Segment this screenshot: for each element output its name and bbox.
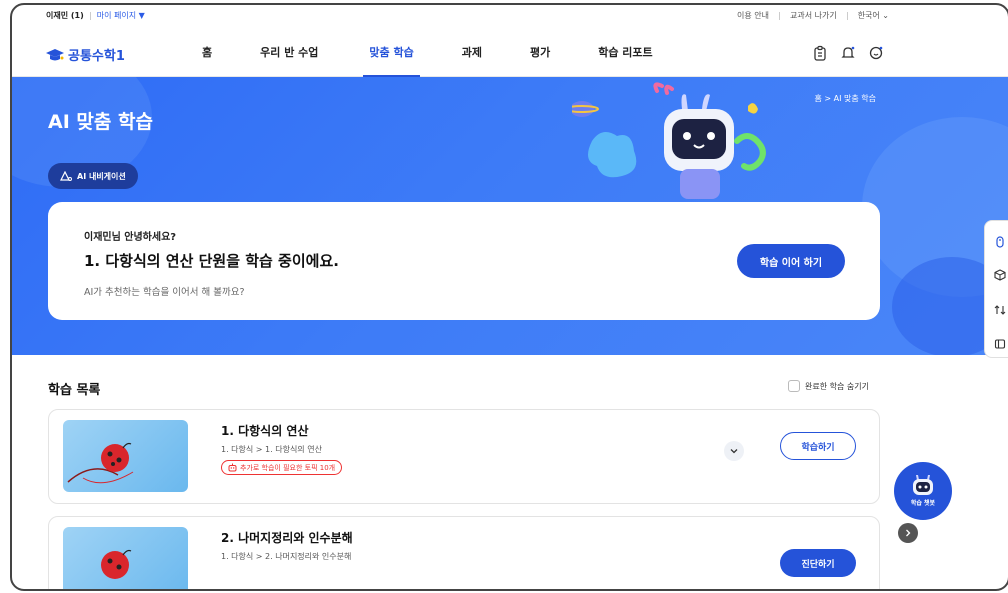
study-button[interactable]: 학습하기 [780,432,856,460]
exit-textbook-link[interactable]: 교과서 나가기 [790,10,837,21]
graduation-cap-icon [46,48,64,60]
nav-icons [812,45,884,61]
divider [778,11,780,20]
hide-completed-label: 완료한 학습 숨기기 [805,381,869,391]
menu-class[interactable]: 우리 반 수업 [260,33,318,77]
unit-thumbnail [63,527,188,589]
guide-link[interactable]: 이용 안내 [737,10,769,21]
menu-evaluation[interactable]: 평가 [530,33,550,77]
ai-navigation-label: AI 내비게이션 [77,171,126,181]
learning-list-title: 학습 목록 [48,383,101,398]
mouse-icon[interactable] [994,233,1006,248]
hero-banner: AI 맞춤 학습 홈 > AI 맞춤 학습 AI 내비게이션 이재민님 안녕하세… [12,77,1008,355]
checkbox[interactable] [788,380,800,392]
sort-icon[interactable] [994,301,1006,315]
chat-icon[interactable] [868,45,884,61]
expand-button[interactable] [724,441,744,461]
unit-title: 2. 나머지정리와 인수분해 [221,531,353,545]
scroll-next-button[interactable] [898,523,918,543]
main-nav: 공통수학1 홈 우리 반 수업 맞춤 학습 과제 평가 학습 리포트 [12,33,1008,77]
unit-title: 1. 다항식의 연산 [221,424,309,438]
brand-logo[interactable]: 공통수학1 [46,45,125,64]
robot-icon [228,463,237,472]
tool-rail [984,220,1008,358]
learning-chatbot-button[interactable]: 학습 챗봇 [894,462,952,520]
greeting-text: 이재민님 안녕하세요? [84,232,177,243]
user-name: 이재민 (1) [46,11,84,20]
utility-bar: 이재민 (1) 마이 페이지 ▼ 이용 안내 교과서 나가기 한국어 ⌄ [12,5,1008,27]
chatbot-label: 학습 챗봇 [910,500,936,507]
clipboard-icon[interactable] [812,45,828,61]
cube-icon[interactable] [994,266,1006,281]
chevron-down-icon [730,449,738,454]
brand-name: 공통수학1 [68,49,125,64]
menu-learning-report[interactable]: 학습 리포트 [598,33,652,77]
chevron-right-icon [906,529,911,537]
menu-custom-learning[interactable]: 맞춤 학습 [363,33,421,77]
recommendation-text: AI가 추천하는 학습을 이어서 해 볼까요? [84,287,245,298]
divider [846,11,848,20]
additional-topics-badge: 추가로 학습이 필요한 토픽 10개 [221,460,343,475]
menu-assignment[interactable]: 과제 [462,33,482,77]
menu-bar: 홈 우리 반 수업 맞춤 학습 과제 평가 학습 리포트 [202,33,653,77]
language-select[interactable]: 한국어 ⌄ [858,10,889,21]
divider [89,11,91,20]
menu-home[interactable]: 홈 [202,33,212,77]
page-title: AI 맞춤 학습 [48,111,153,133]
unit-thumbnail [63,420,188,492]
robot-mascot-illustration [572,82,766,199]
triangle-icon [60,170,72,181]
hide-completed-toggle[interactable]: 완료한 학습 숨기기 [788,380,869,392]
current-unit-headline: 1. 다항식의 연산 단원을 학습 중이에요. [84,252,339,270]
list-item: 1. 다항식의 연산 1. 다항식 > 1. 다항식의 연산 추가로 학습이 필… [48,409,880,504]
unit-path: 1. 다항식 > 2. 나머지정리와 인수분해 [221,552,352,561]
additional-topics-label: 추가로 학습이 필요한 토픽 10개 [240,463,336,472]
learning-status-card: 이재민님 안녕하세요? 1. 다항식의 연산 단원을 학습 중이에요. AI가 … [48,202,880,320]
robot-icon [913,475,933,495]
app-window: 이재민 (1) 마이 페이지 ▼ 이용 안내 교과서 나가기 한국어 ⌄ 공통수… [10,3,1008,591]
bell-icon[interactable] [840,45,856,61]
ai-navigation-button[interactable]: AI 내비게이션 [48,163,138,189]
panel-icon[interactable] [994,335,1006,349]
breadcrumb: 홈 > AI 맞춤 학습 [814,94,876,103]
diagnose-button[interactable]: 진단하기 [780,549,856,577]
unit-path: 1. 다항식 > 1. 다항식의 연산 [221,445,322,454]
list-item: 2. 나머지정리와 인수분해 1. 다항식 > 2. 나머지정리와 인수분해 진… [48,516,880,589]
continue-learning-button[interactable]: 학습 이어 하기 [737,244,845,278]
mypage-link[interactable]: 마이 페이지 ▼ [97,10,145,21]
